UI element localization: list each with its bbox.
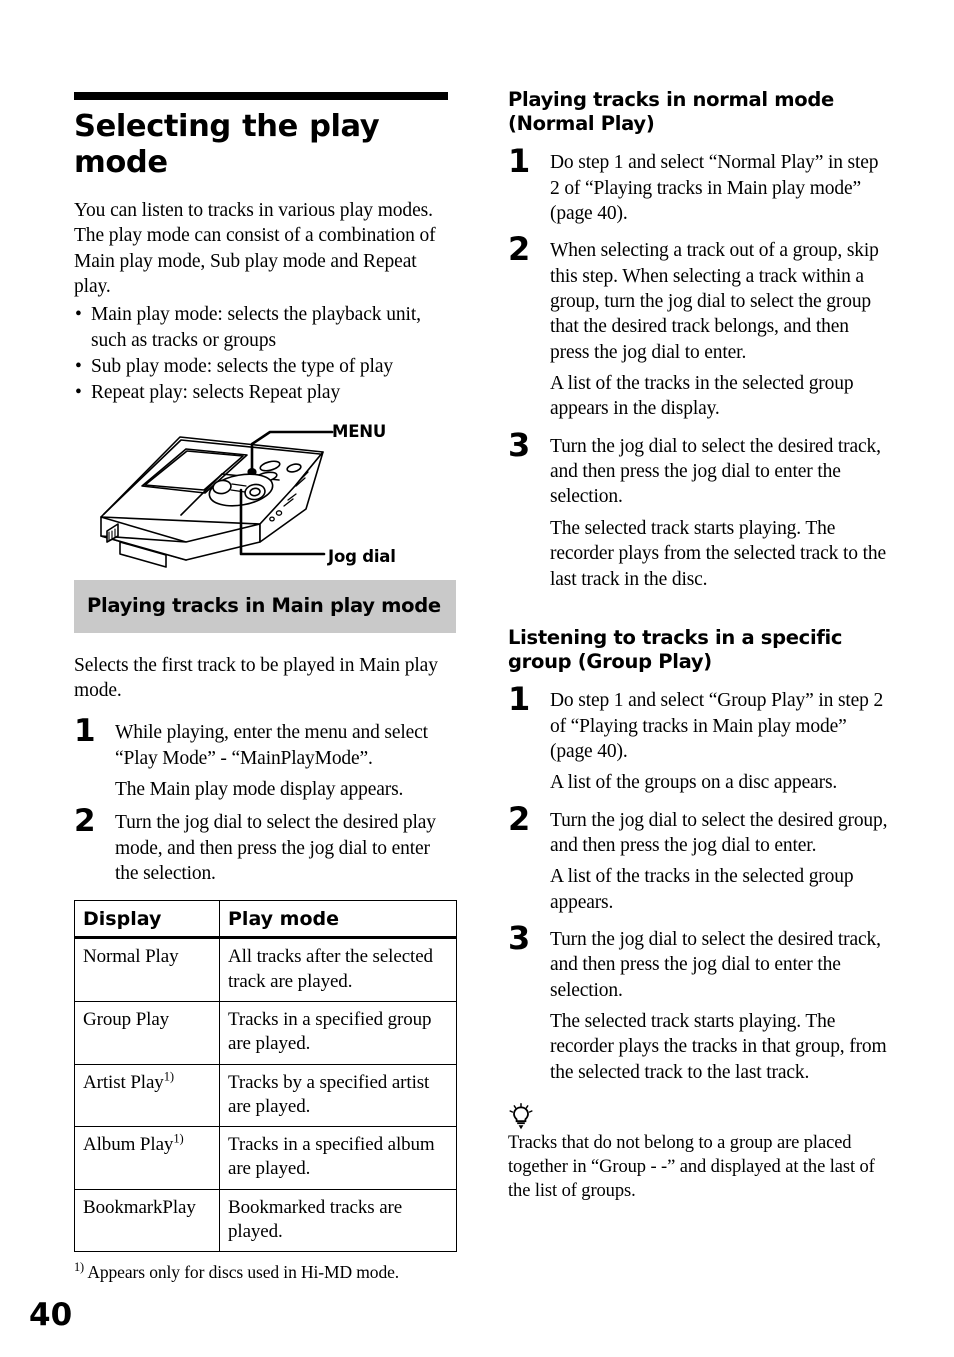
table-header-row: Display Play mode <box>74 900 457 940</box>
step-result-text: A list of the tracks in the selected gro… <box>550 373 854 420</box>
right-column: Playing tracks in normal mode (Normal Pl… <box>508 88 890 1203</box>
step-number: 1 <box>74 713 96 750</box>
cell-display: Album Play1) <box>74 1126 220 1190</box>
section-intro-paragraph: Selects the first track to be played in … <box>74 654 438 701</box>
step-text: Do step 1 and select “Normal Play” in st… <box>550 152 879 225</box>
recorder-drawing <box>100 430 334 568</box>
play-mode-table: Display Play mode Normal Play All tracks… <box>74 900 457 1253</box>
cell-play-mode: Tracks by a specified artist are played. <box>219 1063 457 1128</box>
step-result-text: A list of the groups on a disc appears. <box>550 772 838 794</box>
section-heading-text: Playing tracks in Main play mode <box>87 593 441 617</box>
group-step-3: 3 Turn the jog dial to select the desire… <box>508 922 890 1085</box>
step-number: 2 <box>74 803 96 840</box>
list-item: Sub play mode: selects the type of play <box>74 354 456 380</box>
cell-display: Artist Play1) <box>74 1063 220 1128</box>
table-row: BookmarkPlay Bookmarked tracks are playe… <box>74 1188 457 1253</box>
minidisc-recorder-illustration: MENU Jog dial <box>74 414 456 574</box>
step-number: 1 <box>508 680 531 719</box>
cell-display: BookmarkPlay <box>74 1188 220 1253</box>
title-rule-bar <box>74 92 448 100</box>
step-number: 2 <box>508 230 531 269</box>
group-step-1: 1 Do step 1 and select “Group Play” in s… <box>508 683 890 795</box>
footnote-marker: 1) <box>163 1069 174 1084</box>
step-result-text: The selected track starts playing. The r… <box>550 1010 887 1083</box>
page-number: 40 <box>29 1297 73 1333</box>
step-1: 1 While playing, enter the menu and sele… <box>74 716 456 802</box>
cell-display: Group Play <box>74 1000 220 1065</box>
manual-page: Selecting the play mode You can listen t… <box>0 0 954 1357</box>
normal-step-2: 2 When selecting a track out of a group,… <box>508 233 890 421</box>
step-2: 2 Turn the jog dial to select the desire… <box>74 806 456 886</box>
table-row: Artist Play1) Tracks by a specified arti… <box>74 1063 457 1128</box>
normal-step-3: 3 Turn the jog dial to select the desire… <box>508 429 890 592</box>
step-text: Turn the jog dial to select the desired … <box>550 809 888 856</box>
cell-display: Normal Play <box>74 937 220 1002</box>
column-header-play-mode: Play mode <box>219 900 457 940</box>
footnote-marker: 1) <box>173 1131 184 1146</box>
group-step-2: 2 Turn the jog dial to select the desire… <box>508 803 890 915</box>
table-row: Album Play1) Tracks in a specified album… <box>74 1126 457 1190</box>
callout-label-menu: MENU <box>332 421 387 441</box>
cell-play-mode: Bookmarked tracks are played. <box>219 1188 457 1253</box>
play-mode-bullet-list: Main play mode: selects the playback uni… <box>74 302 456 406</box>
callout-label-jog-dial: Jog dial <box>328 546 396 566</box>
cell-play-mode: All tracks after the selected track are … <box>219 937 457 1002</box>
table-footnote: 1) Appears only for discs used in Hi-MD … <box>74 1260 400 1283</box>
cell-play-mode: Tracks in a specified group are played. <box>219 1000 457 1065</box>
step-result-text: The Main play mode display appears. <box>115 778 404 800</box>
cell-play-mode: Tracks in a specified album are played. <box>219 1126 457 1190</box>
step-text: Turn the jog dial to select the desired … <box>115 812 436 884</box>
tip-text: Tracks that do not belong to a group are… <box>508 1133 875 1202</box>
normal-step-1: 1 Do step 1 and select “Normal Play” in … <box>508 145 890 226</box>
left-column: Selecting the play mode You can listen t… <box>74 92 457 1284</box>
table-row: Group Play Tracks in a specified group a… <box>74 1000 457 1065</box>
column-header-display: Display <box>74 900 220 940</box>
list-item: Main play mode: selects the playback uni… <box>74 302 456 353</box>
step-result-text: A list of the tracks in the selected gro… <box>550 866 854 913</box>
table-row: Normal Play All tracks after the selecte… <box>74 937 457 1002</box>
step-text: While playing, enter the menu and select… <box>115 722 428 769</box>
heading-group-play: Listening to tracks in a specific group … <box>508 625 843 674</box>
list-item: Repeat play: selects Repeat play <box>74 380 456 406</box>
step-text: Turn the jog dial to select the desired … <box>550 435 881 508</box>
step-number: 2 <box>508 799 531 838</box>
step-number: 3 <box>508 425 531 464</box>
heading-normal-play: Playing tracks in normal mode (Normal Pl… <box>508 88 834 136</box>
step-number: 1 <box>508 142 531 181</box>
step-number: 3 <box>508 918 531 957</box>
step-text: Do step 1 and select “Group Play” in ste… <box>550 690 884 762</box>
footnote-marker: 1) <box>74 1260 85 1275</box>
tip-note: Tracks that do not belong to a group are… <box>508 1103 890 1203</box>
section-heading-main-play-mode: Playing tracks in Main play mode <box>74 579 456 633</box>
lightbulb-tip-icon <box>509 1103 533 1130</box>
intro-paragraph: You can listen to tracks in various play… <box>74 199 436 297</box>
page-title: Selecting the play mode <box>74 109 380 180</box>
step-text: Turn the jog dial to select the desired … <box>550 928 881 1001</box>
step-text: When selecting a track out of a group, s… <box>550 240 879 363</box>
step-result-text: The selected track starts playing. The r… <box>550 517 886 590</box>
